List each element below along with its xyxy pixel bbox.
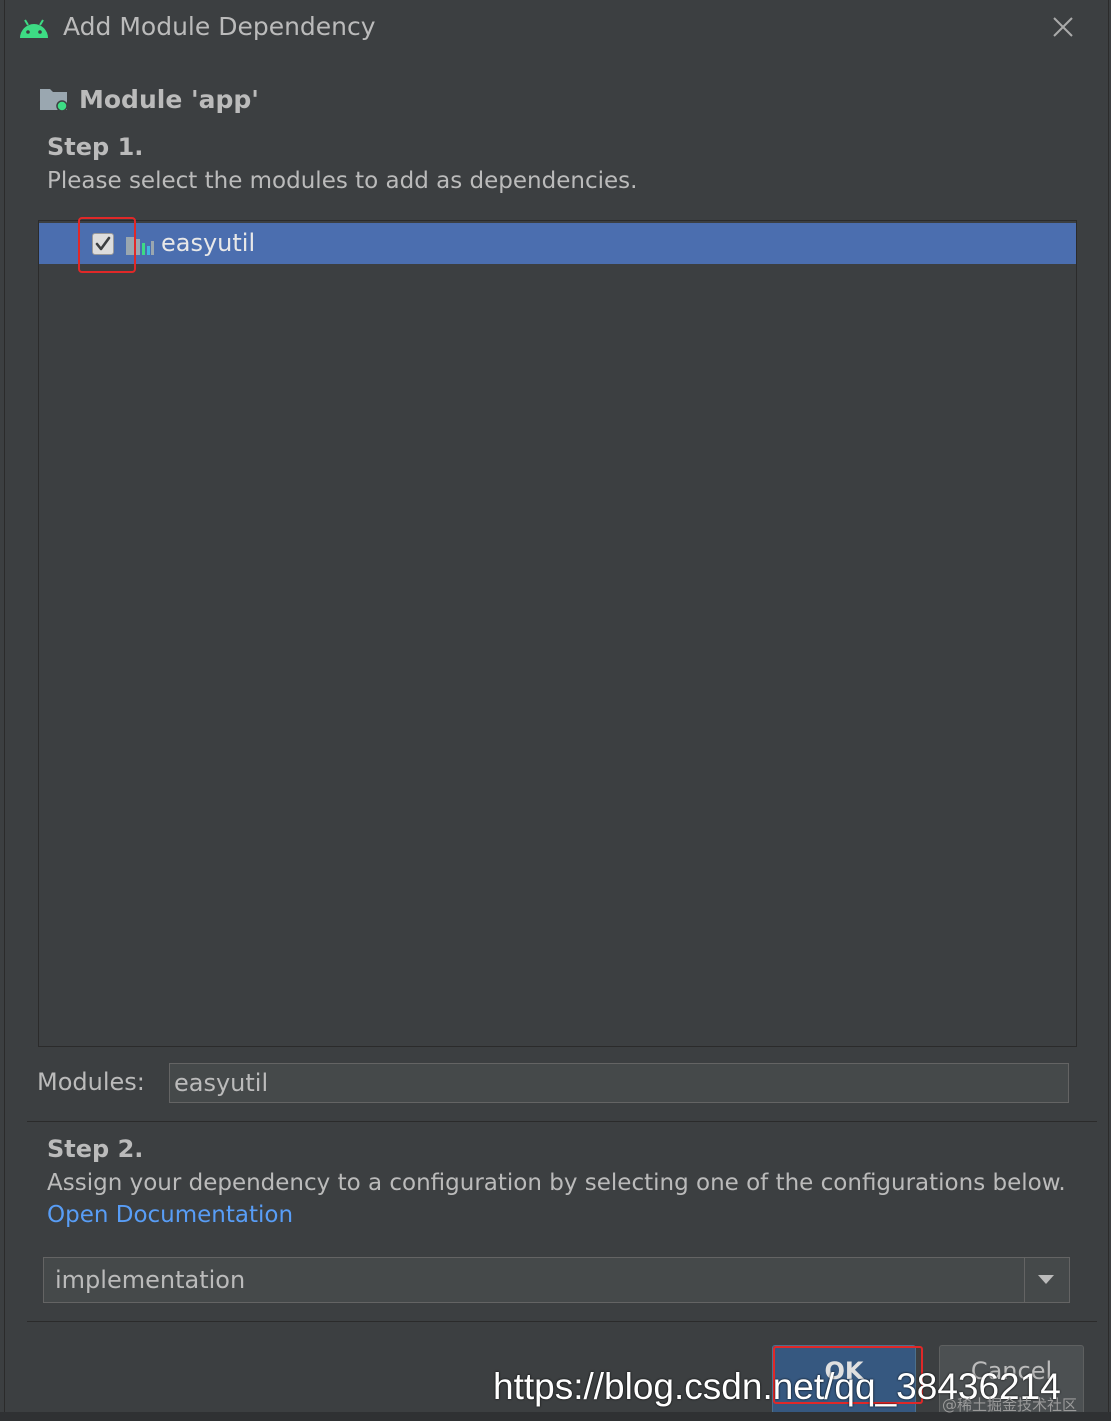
chevron-down-icon xyxy=(1038,1275,1054,1284)
library-module-icon xyxy=(126,237,154,255)
dropdown-toggle[interactable] xyxy=(1024,1258,1069,1302)
modules-list[interactable]: easyutil xyxy=(38,217,1077,1047)
list-item[interactable]: easyutil xyxy=(39,217,1076,273)
divider xyxy=(27,1321,1097,1322)
module-folder-icon xyxy=(40,89,68,112)
step1-description: Please select the modules to add as depe… xyxy=(47,168,638,194)
step2-title: Step 2. xyxy=(47,1135,144,1163)
android-icon xyxy=(20,19,48,38)
modules-field[interactable]: easyutil xyxy=(169,1063,1069,1103)
close-icon[interactable] xyxy=(1048,12,1078,42)
add-module-dependency-dialog: Add Module Dependency Module 'app' Step … xyxy=(4,0,1109,1421)
divider xyxy=(27,1121,1097,1122)
checkmark-icon xyxy=(95,236,111,251)
dialog-title: Add Module Dependency xyxy=(63,12,376,41)
title-bar: Add Module Dependency xyxy=(5,0,1108,56)
configuration-dropdown[interactable]: implementation xyxy=(43,1257,1070,1303)
open-documentation-link[interactable]: Open Documentation xyxy=(47,1202,293,1228)
watermark-sub: @稀土掘金技术社区 xyxy=(942,1396,1078,1414)
module-header: Module 'app' xyxy=(39,82,259,116)
list-item-label: easyutil xyxy=(161,229,256,257)
step2-description: Assign your dependency to a configuratio… xyxy=(47,1170,1066,1196)
configuration-value: implementation xyxy=(55,1266,246,1294)
modules-field-label: Modules: xyxy=(37,1068,145,1096)
module-checkbox[interactable] xyxy=(92,233,114,255)
module-title: Module 'app' xyxy=(79,84,259,114)
step1-title: Step 1. xyxy=(47,133,144,161)
